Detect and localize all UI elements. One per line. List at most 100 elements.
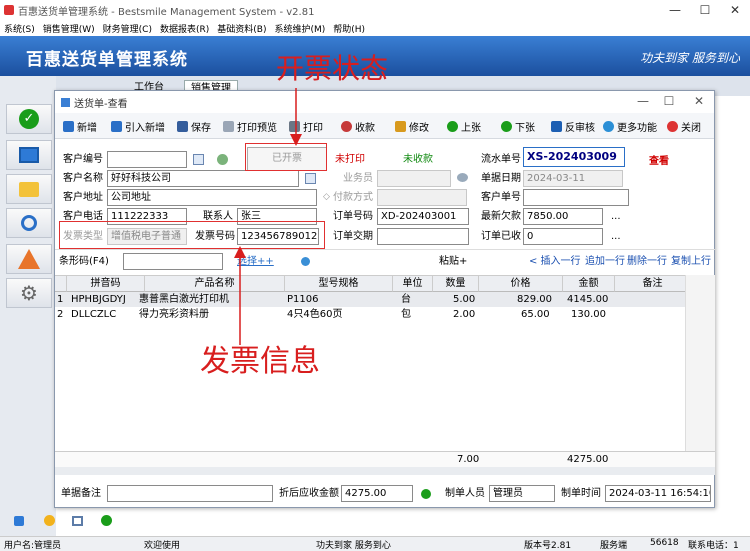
status-user: 用户名:管理员 [4,541,62,551]
sidebar-folder-button[interactable] [6,174,52,204]
select-plus-link[interactable]: 选择++ [237,253,274,270]
grid-vscrollbar[interactable] [685,275,715,451]
search-icon [21,215,37,231]
remark-field[interactable] [107,485,273,502]
totals-row: 7.00 4275.00 [55,451,715,467]
new-button[interactable]: 新增 [63,118,97,134]
lookup-icon[interactable] [305,173,316,184]
grid-header-price: 价格 [479,276,563,292]
import-new-button[interactable]: 引入新增 [111,118,165,134]
maximize-button[interactable]: ☐ [690,0,720,20]
menu-system[interactable]: 系统(S) [0,22,39,35]
address-more-icon[interactable]: ◇ [323,189,330,206]
close-button[interactable]: ✕ [720,0,750,20]
cust-order-field[interactable] [523,189,629,206]
barcode-row: 条形码(F4) 选择++ 粘贴+ < 插入一行 追加一行 删除一行 复制上行 [55,249,715,273]
refresh-icon[interactable] [101,515,112,526]
address-field[interactable]: 公司地址 [107,189,317,206]
date-label: 单据日期 [481,173,521,184]
sidebar-search-button[interactable] [6,208,52,238]
prev-button[interactable]: 上张 [447,118,481,134]
edit-button[interactable]: 修改 [395,118,429,134]
order-delivery-label: 订单交期 [333,231,373,242]
order-received-field[interactable]: 0 [523,228,603,245]
menu-finance[interactable]: 财务管理(C) [99,22,156,35]
menu-help[interactable]: 帮助(H) [329,22,369,35]
table-row[interactable]: 2 DLLCZLC 得力亮彩资料册 4只4色60页 包 2.00 65.00 1… [55,307,685,322]
barcode-label: 条形码(F4) [59,256,109,267]
globe-icon[interactable] [301,257,310,266]
sidebar-windows-button[interactable] [6,140,52,170]
sidebar-settings-button[interactable]: ⚙ [6,278,52,308]
statusbar: 用户名:管理员 欢迎使用 功夫到家 服务到心 版本号2.81 服务端 56618… [0,536,750,551]
row-pinyin: HPHBJGDYJ [71,294,126,305]
insert-row-link[interactable]: < 插入一行 [529,253,581,270]
barcode-field[interactable] [123,253,223,270]
banner-slogan: 功夫到家 服务到心 [640,51,740,65]
serial-label: 流水单号 [481,154,521,165]
customer-no-label: 客户编号 [63,154,103,165]
collect-button[interactable]: 收款 [341,118,375,134]
paymethod-select[interactable] [377,189,467,206]
save-button[interactable]: 保存 [177,118,211,134]
table-row[interactable]: 1 HPHBJGDYJ 惠普黑白激光打印机 P1106 台 5.00 829.0… [55,292,685,307]
info-icon[interactable] [44,515,55,526]
dialog-close-button[interactable]: ✕ [684,91,714,111]
grid-header-note: 备注 [615,276,691,292]
window-icon[interactable] [72,516,83,526]
menu-reports[interactable]: 数据报表(R) [156,22,213,35]
home-icon[interactable] [14,516,24,526]
app-titlebar: 百惠送货单管理系统 - Bestsmile Management System … [0,0,750,20]
menu-sales[interactable]: 销售管理(W) [39,22,99,35]
order-received-more-button[interactable]: ... [611,228,621,245]
remark-label: 单据备注 [61,488,101,499]
grid-header-pinyin: 拼音码 [67,276,145,292]
latest-owed-label: 最新欠款 [481,211,521,222]
sidebar-chart-button[interactable] [6,244,52,274]
dialog-toolbar: 新增 引入新增 保存 打印预览 打印 收款 修改 上张 下张 反审核 更多功能 … [55,113,714,139]
menu-basic-data[interactable]: 基础资料(B) [213,22,270,35]
salesman-icon[interactable] [457,173,468,182]
customer-no-field[interactable] [107,151,187,168]
latest-owed-more-button[interactable]: ... [611,208,621,225]
append-row-link[interactable]: 追加一行 [585,253,625,270]
date-field[interactable]: 2024-03-11 [523,170,623,187]
delete-row-link[interactable]: 删除一行 [627,253,667,270]
close-icon [667,120,678,132]
salesman-select[interactable] [377,170,451,187]
print-button[interactable]: 打印 [289,118,323,134]
paste-button[interactable]: 粘贴+ [439,253,467,270]
order-no-field[interactable]: XD-202403001 [377,208,469,225]
maker-field[interactable]: 管理员 [489,485,555,502]
status-contact: 联系电话：1 [688,541,739,551]
print-status: 未打印 [335,154,365,165]
order-delivery-field[interactable] [377,228,469,245]
sidebar-check-button[interactable]: ✓ [6,104,52,134]
customer-name-field[interactable]: 好好科技公司 [107,170,299,187]
row-index: 1 [57,294,64,305]
unaudit-button[interactable]: 反审核 [551,118,595,134]
serial-field[interactable]: XS-202403009 [523,147,625,167]
discount-field[interactable]: 4275.00 [341,485,413,502]
latest-owed-field[interactable]: 7850.00 [523,208,603,225]
row-unit: 包 [401,309,411,320]
menu-maintenance[interactable]: 系统维护(M) [270,22,329,35]
cust-order-label: 客户单号 [481,192,521,203]
banner-title: 百惠送货单管理系统 [26,50,188,70]
row-name: 得力亮彩资料册 [139,309,209,320]
print-preview-button[interactable]: 打印预览 [223,118,277,134]
row-qty: 2.00 [453,309,476,320]
copy-row-link[interactable]: 复制上行 [671,253,711,270]
minimize-button[interactable]: — [660,0,690,20]
time-field[interactable]: 2024-03-11 16:54:10 [605,485,711,502]
view-link[interactable]: 查看 [649,153,669,170]
close-dialog-button[interactable]: 关闭 [667,118,701,134]
more-button[interactable]: 更多功能 [603,118,657,134]
lookup-icon[interactable] [193,154,204,165]
add-customer-icon[interactable] [217,154,228,165]
row-price: 829.00 [517,294,552,305]
save-icon [177,120,188,132]
dialog-maximize-button[interactable]: ☐ [654,91,684,111]
grid-hscrollbar[interactable] [55,467,715,475]
next-button[interactable]: 下张 [501,118,535,134]
